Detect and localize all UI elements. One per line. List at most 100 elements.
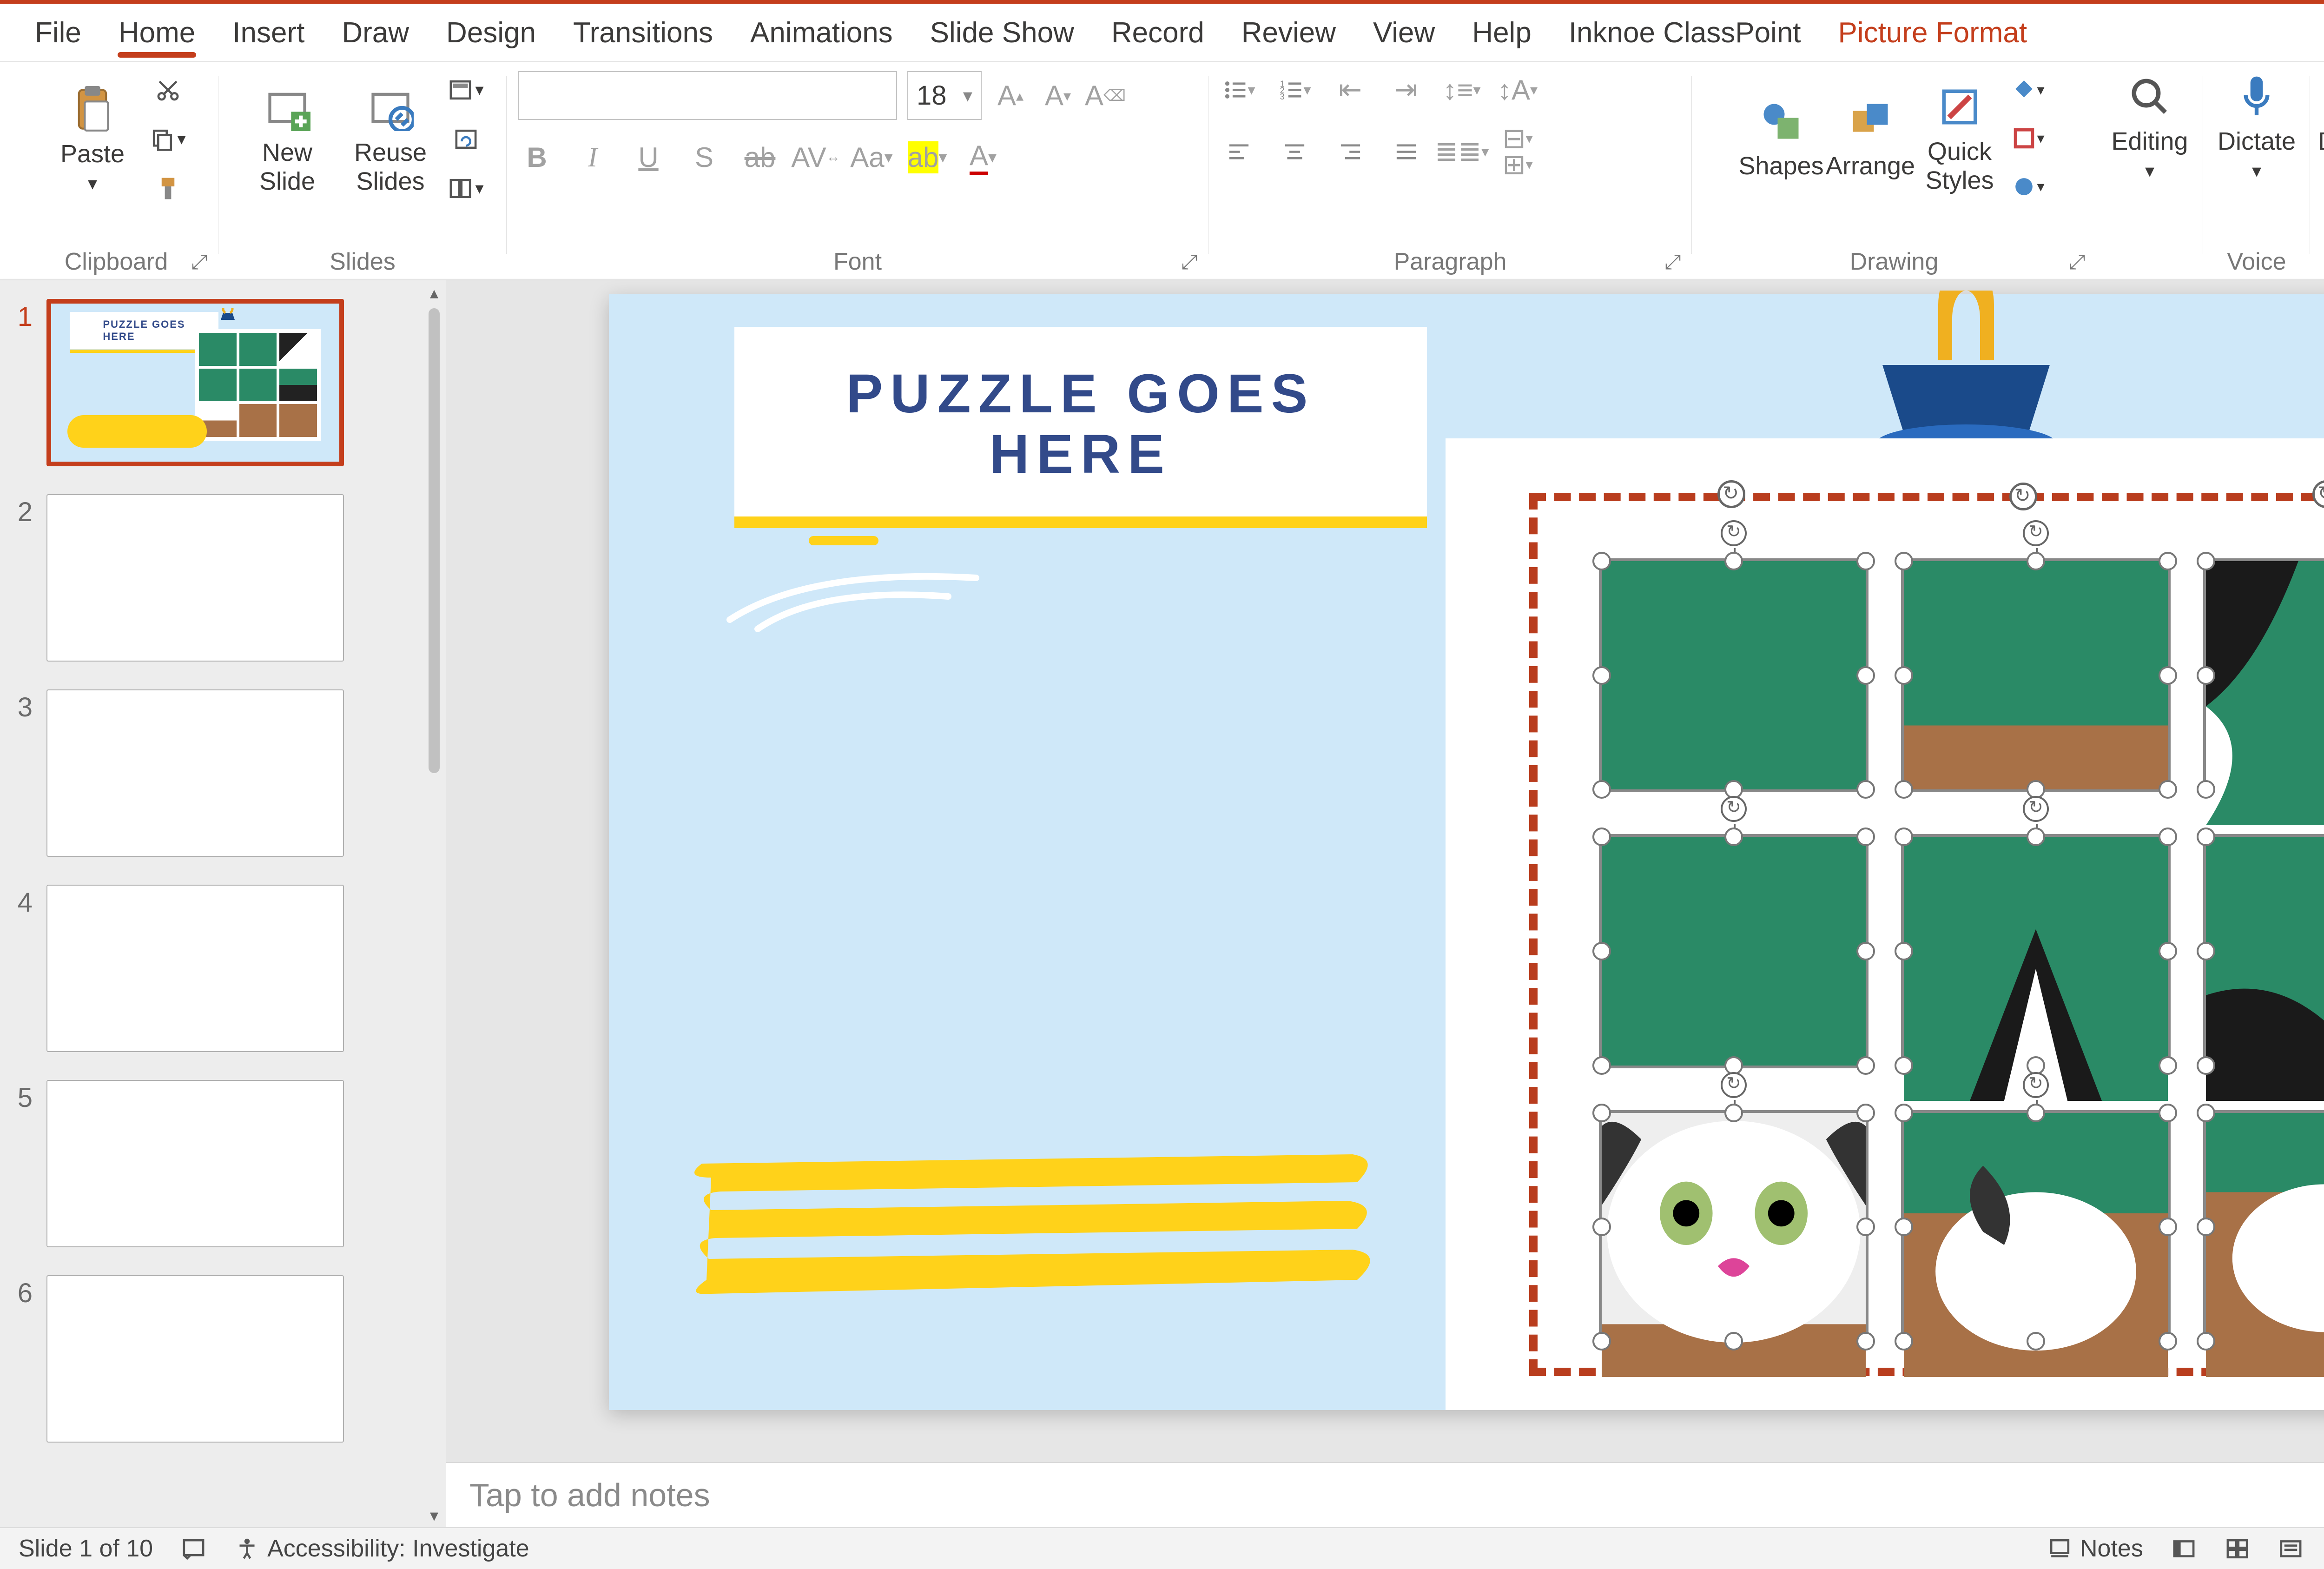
decrease-font-button[interactable]: A▾ [1039,77,1076,114]
resize-handle[interactable] [1592,780,1611,799]
notes-toggle[interactable]: Notes [2047,1535,2143,1562]
resize-handle[interactable] [1856,828,1875,846]
tab-inknoe-classpoint[interactable]: Inknoe ClassPoint [1550,4,1820,61]
title-card[interactable]: PUZZLE GOESHERE [734,327,1427,522]
accessibility-button[interactable]: Accessibility: Investigate [234,1535,529,1562]
resize-handle[interactable] [2159,780,2177,799]
slide-position[interactable]: Slide 1 of 10 [19,1535,153,1562]
language-button[interactable] [181,1536,206,1562]
align-center-button[interactable] [1276,133,1313,170]
font-size-combo[interactable]: 18▾ [907,71,982,120]
new-slide-button[interactable]: New Slide [241,82,334,196]
resize-handle[interactable] [1592,828,1611,846]
tab-home[interactable]: Home [100,4,214,61]
shape-outline-button[interactable]: ▾ [2009,119,2047,157]
shapes-button[interactable]: Shapes [1742,96,1821,180]
rotation-handle[interactable] [2023,1072,2049,1098]
increase-indent-button[interactable]: ⇥ [1387,71,1425,108]
resize-handle[interactable] [1724,1104,1743,1122]
shape-effects-button[interactable]: ▾ [2009,168,2047,205]
thumbnail-slide-1[interactable]: PUZZLE GOESHERE [46,299,344,466]
resize-handle[interactable] [1856,666,1875,685]
resize-handle[interactable] [1895,780,1913,799]
thumbnail-slide-3[interactable] [46,689,344,857]
resize-handle[interactable] [2197,1332,2215,1351]
rotation-handle[interactable] [2009,483,2037,510]
tab-help[interactable]: Help [1453,4,1550,61]
resize-handle[interactable] [1895,1104,1913,1122]
underline-button[interactable]: U [630,139,667,176]
scrollbar-handle[interactable] [429,308,440,773]
puzzle-tile[interactable] [1901,558,2171,792]
thumbnail-row[interactable]: 6 [14,1275,446,1443]
bullets-button[interactable]: ▾ [1220,71,1257,108]
tab-file[interactable]: File [16,4,100,61]
format-painter-button[interactable] [149,170,186,207]
thumbnail-row[interactable]: 4 [14,885,446,1052]
resize-handle[interactable] [1592,1104,1611,1122]
dictate-button[interactable]: Dictate▾ [2212,71,2301,182]
tab-review[interactable]: Review [1223,4,1354,61]
layout-button[interactable]: ▾ [447,71,484,108]
thumbnail-row[interactable]: 3 [14,689,446,857]
resize-handle[interactable] [1724,552,1743,570]
columns-button[interactable]: ≣≣▾ [1443,133,1480,170]
tab-view[interactable]: View [1354,4,1453,61]
slide-canvas-area[interactable]: PUZZLE GOESHERE [446,280,2324,1527]
view-sorter-button[interactable] [2225,1536,2250,1562]
tab-insert[interactable]: Insert [214,4,323,61]
resize-handle[interactable] [2159,666,2177,685]
resize-handle[interactable] [1592,1056,1611,1075]
align-text-button[interactable]: ⊟▾ [1499,127,1536,150]
clear-formatting-button[interactable]: A⌫ [1087,77,1124,114]
tab-transitions[interactable]: Transitions [555,4,732,61]
change-case-button[interactable]: Aa▾ [853,139,890,176]
bold-button[interactable]: B [518,139,555,176]
tab-animations[interactable]: Animations [732,4,911,61]
resize-handle[interactable] [2159,942,2177,960]
highlight-button[interactable]: ab▾ [909,139,946,176]
resize-handle[interactable] [1856,1056,1875,1075]
thumbnail-slide-5[interactable] [46,1080,344,1247]
justify-button[interactable] [1387,133,1425,170]
designer-button[interactable]: Designer [2319,71,2324,156]
resize-handle[interactable] [1895,1332,1913,1351]
reuse-slides-button[interactable]: Reuse Slides [344,82,437,196]
rotation-handle[interactable] [1721,1072,1747,1098]
resize-handle[interactable] [2159,828,2177,846]
tab-picture-format[interactable]: Picture Format [1820,4,2046,61]
puzzle-tile[interactable] [2203,1110,2324,1344]
thumbnail-row[interactable]: 5 [14,1080,446,1247]
resize-handle[interactable] [2027,1332,2045,1351]
section-button[interactable]: ▾ [447,170,484,207]
decrease-indent-button[interactable]: ⇤ [1332,71,1369,108]
editing-button[interactable]: Editing▾ [2106,71,2194,182]
char-spacing-button[interactable]: AV↔ [797,139,834,176]
align-left-button[interactable] [1220,133,1257,170]
smartart-button[interactable]: ⊞▾ [1499,153,1536,176]
tab-draw[interactable]: Draw [323,4,428,61]
clipboard-launcher[interactable]: ⤢ [188,251,211,274]
resize-handle[interactable] [1856,1218,1875,1236]
rotation-handle[interactable] [2023,796,2049,822]
resize-handle[interactable] [1895,552,1913,570]
view-reading-button[interactable] [2278,1536,2304,1562]
thumbnail-row[interactable]: 2 [14,494,446,662]
resize-handle[interactable] [1895,1056,1913,1075]
resize-handle[interactable] [1724,828,1743,846]
thumbnail-slide-2[interactable] [46,494,344,662]
tab-design[interactable]: Design [428,4,555,61]
puzzle-tile[interactable] [2203,834,2324,1068]
thumbnail-scrollbar[interactable]: ▴ ▾ [425,280,443,1527]
view-normal-button[interactable] [2171,1536,2197,1562]
resize-handle[interactable] [2197,552,2215,570]
resize-handle[interactable] [2197,942,2215,960]
thumbnail-slide-6[interactable] [46,1275,344,1443]
scroll-up-icon[interactable]: ▴ [425,283,443,302]
resize-handle[interactable] [1856,552,1875,570]
resize-handle[interactable] [1592,666,1611,685]
paragraph-launcher[interactable]: ⤢ [1661,251,1684,274]
puzzle-tile[interactable] [1901,1110,2171,1344]
slide-thumbnail-panel[interactable]: 1 PUZZLE GOESHERE 2 3 4 5 6 ▴ ▾ [0,280,446,1527]
copy-button[interactable]: ▾ [149,120,186,158]
